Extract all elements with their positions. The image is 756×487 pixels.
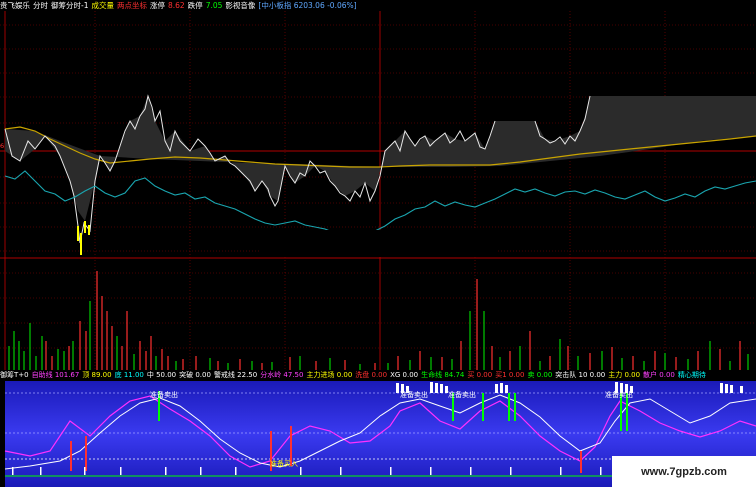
header-item-3: 成交量 — [91, 1, 114, 10]
indicator-item-15: 突击队 10 0.00 — [555, 371, 606, 379]
indicator-item-1: 自助线 101.67 — [31, 371, 80, 379]
indicator-item-16: 主力 0.00 — [608, 371, 641, 379]
prepare-sell-label-2: 准备卖出 — [400, 390, 428, 399]
header-item-1: 分时 — [33, 1, 48, 10]
indicator-item-10: XG 0.00 — [390, 371, 419, 379]
indicator-item-12: 买 0.00 — [467, 371, 493, 379]
prepare-sell-label-1: 准备卖出 — [150, 390, 178, 399]
watermark: www.7gpzb.com — [612, 456, 756, 487]
indicator-item-17: 散户 0.00 — [643, 371, 675, 379]
indicator-item-8: 主力进场 0.00 — [306, 371, 353, 379]
indicator-item-14: 卖 0.00 — [527, 371, 553, 379]
indicator-item-7: 分水岭 47.50 — [260, 371, 304, 379]
indicator-item-9: 洗盘 0.00 — [355, 371, 388, 379]
intraday-price-chart[interactable] — [0, 11, 756, 370]
prepare-buy-label: 准备买入 — [270, 459, 298, 468]
indicator-item-11: 生命线 84.74 — [421, 371, 465, 379]
header-item-4: 两点坐标 — [116, 1, 147, 10]
indicator-item-2: 顶 89.00 — [82, 371, 112, 379]
header-item-6: 8.62 — [167, 1, 185, 10]
header-item-10: [中小板指 6203.06 -0.06%] — [258, 1, 357, 10]
indicator-item-3: 底 11.00 — [114, 371, 144, 379]
header-item-8: 7.05 — [205, 1, 223, 10]
header-item-5: 涨停 — [149, 1, 165, 10]
indicator-item-6: 警戒线 22.50 — [213, 371, 258, 379]
prepare-sell-label-4: 准备卖出 — [605, 390, 633, 399]
header-item-7: 跌停 — [187, 1, 203, 10]
indicator-item-0: 御筹T+0 — [0, 371, 29, 379]
indicator-item-18: 精心期待 — [677, 371, 706, 379]
redacted-box — [260, 230, 496, 257]
indicator-item-5: 突破 0.00 — [179, 371, 211, 379]
header-item-2: 御筹分时-1 — [51, 1, 89, 10]
indicator-item-13: 买1 0.00 — [495, 371, 525, 379]
indicator-info-bar: 御筹T+0 自助线 101.67 顶 89.00 底 11.00 中 50.00 突破 0… — [0, 370, 756, 381]
header-item-9: 影视音像 — [225, 1, 256, 10]
prepare-sell-label-3: 准备卖出 — [448, 390, 476, 399]
price-axis-label: 6 — [0, 142, 5, 150]
header-item-0: 贵飞娱乐 — [0, 1, 30, 10]
top-info-bar: 贵飞娱乐 分时 御筹分时-1 成交量 两点坐标 涨停 8.62 跌停 7.05 影视音像 [中小板指… — [0, 0, 756, 11]
indicator-item-4: 中 50.00 — [146, 371, 177, 379]
